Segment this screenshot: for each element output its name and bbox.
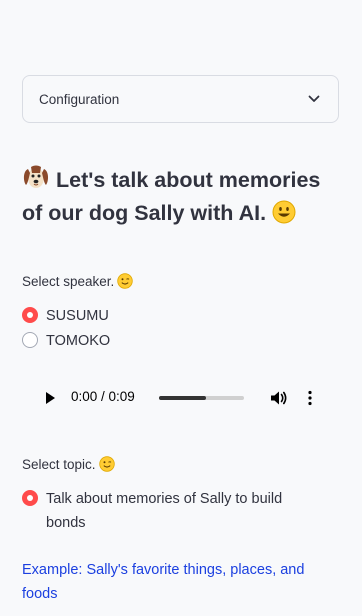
speaker-label: Select speaker.	[22, 273, 134, 292]
topic-label: Select topic.	[22, 456, 115, 475]
audio-progress-bar[interactable]	[159, 396, 244, 400]
page-title: Let's talk about memories of our dog Sal…	[22, 163, 342, 232]
dog-face-icon	[22, 163, 50, 199]
example-link[interactable]: Example: Sally's favorite things, places…	[22, 558, 342, 606]
audio-player[interactable]: 0:00 / 0:09	[22, 379, 339, 419]
winking-face-icon	[117, 273, 134, 292]
audio-progress-fill	[159, 396, 206, 400]
topic-label-text: Select topic.	[22, 457, 96, 472]
speaker-label-text: Select speaker.	[22, 274, 115, 289]
chevron-down-icon	[307, 92, 321, 106]
volume-icon[interactable]	[270, 390, 288, 411]
configuration-expander[interactable]: Configuration	[22, 75, 339, 123]
speaker-option-label: TOMOKO	[46, 333, 111, 349]
more-vertical-icon[interactable]	[307, 390, 313, 411]
radio-checked-icon[interactable]	[22, 490, 38, 506]
speaker-option-label: SUSUMU	[46, 308, 109, 324]
audio-time: 0:00 / 0:09	[71, 389, 135, 404]
radio-unchecked-icon[interactable]	[22, 332, 38, 348]
speaker-option-tomoko[interactable]: TOMOKO	[22, 331, 110, 351]
radio-checked-icon[interactable]	[22, 307, 38, 323]
configuration-label: Configuration	[39, 91, 120, 107]
winking-face-icon	[98, 456, 115, 475]
app-page: Configuration Let's talk about memories …	[0, 0, 362, 616]
speaker-option-susumu[interactable]: SUSUMU	[22, 306, 109, 326]
topic-option-memories[interactable]: Talk about memories of Sally to build bo…	[22, 487, 322, 535]
play-icon[interactable]	[46, 392, 55, 404]
topic-option-label: Talk about memories of Sally to build bo…	[46, 491, 283, 531]
smiling-face-icon	[272, 200, 296, 232]
